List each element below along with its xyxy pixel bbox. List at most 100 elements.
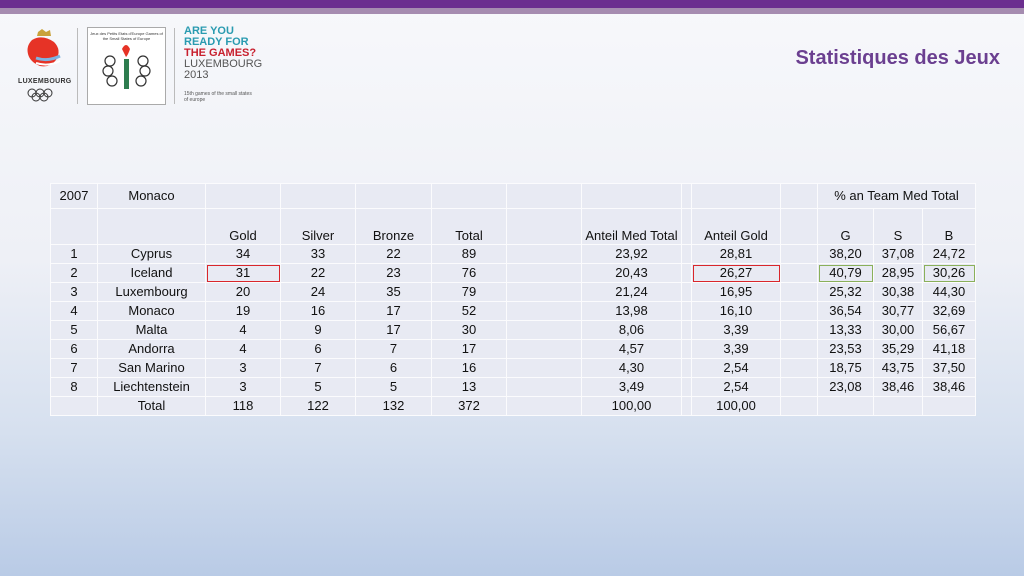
top-bar	[0, 0, 1024, 8]
cell-country: Andorra	[97, 339, 206, 359]
cell-total: 52	[431, 301, 507, 321]
cell-total: 76	[431, 263, 507, 283]
cell-rank: 4	[50, 301, 98, 321]
cell-ag: 16,10	[691, 301, 781, 321]
table-row: 6 Andorra 4 6 7 17 4,57 3,39 23,53 35,29 41,18	[50, 339, 976, 359]
table-row: 4 Monaco 19 16 17 52 13,98 16,10 36,54 30,77 32,69	[50, 301, 976, 321]
luxembourg-lion-logo	[27, 29, 61, 102]
luxembourg-label: LUXEMBOURG	[18, 78, 72, 85]
cell-silver: 9	[280, 320, 356, 340]
cell-g: 36,54	[817, 301, 874, 321]
tagline: ARE YOU READY FOR THE GAMES? LUXEMBOURG …	[184, 26, 262, 81]
cell-country: San Marino	[97, 358, 206, 378]
cell-silver: 16	[280, 301, 356, 321]
header-s: S	[873, 208, 923, 245]
cell-am: 20,43	[581, 263, 682, 283]
year-cell: 2007	[50, 183, 98, 209]
cell-country: Malta	[97, 320, 206, 340]
page-title: Statistiques des Jeux	[795, 47, 1000, 69]
cell-gold: 20	[205, 282, 281, 302]
cell-silver: 6	[280, 339, 356, 359]
cell-b: 44,30	[922, 282, 976, 302]
cell-rank: 3	[50, 282, 98, 302]
cell-rank: 6	[50, 339, 98, 359]
table-row: 5 Malta 4 9 17 30 8,06 3,39 13,33 30,00 56,67	[50, 320, 976, 340]
cell-silver: 33	[280, 244, 356, 264]
cell-bronze: 6	[355, 358, 432, 378]
cell-rank: 1	[50, 244, 98, 264]
header-bronze: Bronze	[355, 208, 432, 245]
cell-bronze: 35	[355, 282, 432, 302]
cell-ag: 2,54	[691, 377, 781, 397]
cell-silver: 5	[280, 377, 356, 397]
torch-rings-icon	[102, 45, 151, 89]
cell-gold: 19	[205, 301, 281, 321]
cell-country: Iceland	[97, 263, 206, 283]
games-logo-text: Jeux des Petits Etats d'Europe Games of …	[90, 31, 163, 41]
cell-total: 30	[431, 320, 507, 340]
medal-table: 2007 Monaco % an Team Med Total Gold Sil…	[50, 183, 976, 416]
cell-ag: 28,81	[691, 244, 781, 264]
cell-am: 13,98	[581, 301, 682, 321]
cell-s: 35,29	[873, 339, 923, 359]
cell-country: Cyprus	[97, 244, 206, 264]
top-bar-secondary	[0, 8, 1024, 14]
cell-silver: 7	[280, 358, 356, 378]
total-total: 372	[431, 396, 507, 416]
cell-b: 38,46	[922, 377, 976, 397]
cell-s: 38,46	[873, 377, 923, 397]
cell-rank: 7	[50, 358, 98, 378]
cell-b: 41,18	[922, 339, 976, 359]
cell-bronze: 17	[355, 320, 432, 340]
cell-gold: 3	[205, 358, 281, 378]
header-anteil-gold: Anteil Gold	[691, 208, 781, 245]
divider	[77, 28, 78, 104]
cell-gold: 3	[205, 377, 281, 397]
cell-total: 17	[431, 339, 507, 359]
cell-rank: 5	[50, 320, 98, 340]
cell-am: 4,57	[581, 339, 682, 359]
cell-country: Liechtenstein	[97, 377, 206, 397]
header-g: G	[817, 208, 874, 245]
total-label: Total	[97, 396, 206, 416]
cell-s: 28,95	[873, 263, 923, 283]
total-am: 100,00	[581, 396, 682, 416]
table-row: 2 Iceland 31 22 23 76 20,43 26,27 40,79 28,95 30,2…	[50, 263, 976, 283]
table-header-row: Gold Silver Bronze Total Anteil Med Tota…	[50, 208, 976, 245]
table-row: 7 San Marino 3 7 6 16 4,30 2,54 18,75 43,75 37,50	[50, 358, 976, 378]
cell-s: 37,08	[873, 244, 923, 264]
cell-b: 30,26	[922, 263, 976, 283]
table-header-row: 2007 Monaco % an Team Med Total	[50, 183, 976, 209]
pct-group-header: % an Team Med Total	[817, 183, 976, 209]
cell-silver: 24	[280, 282, 356, 302]
subtagline: 15th games of the small states of europe	[184, 91, 252, 103]
cell-ag: 3,39	[691, 320, 781, 340]
cell-ag: 2,54	[691, 358, 781, 378]
cell-b: 32,69	[922, 301, 976, 321]
cell-g: 25,32	[817, 282, 874, 302]
cell-am: 3,49	[581, 377, 682, 397]
cell-silver: 22	[280, 263, 356, 283]
table-row: 1 Cyprus 34 33 22 89 23,92 28,81 38,20 37,08 24,72	[50, 244, 976, 264]
cell-total: 16	[431, 358, 507, 378]
total-silver: 122	[280, 396, 356, 416]
cell-am: 8,06	[581, 320, 682, 340]
cell-am: 21,24	[581, 282, 682, 302]
cell-gold: 34	[205, 244, 281, 264]
cell-g: 23,08	[817, 377, 874, 397]
header-anteil-med: Anteil Med Total	[581, 208, 682, 245]
cell-am: 4,30	[581, 358, 682, 378]
cell-g: 40,79	[817, 263, 874, 283]
host-cell: Monaco	[97, 183, 206, 209]
cell-ag: 16,95	[691, 282, 781, 302]
cell-total: 13	[431, 377, 507, 397]
cell-country: Monaco	[97, 301, 206, 321]
cell-s: 30,77	[873, 301, 923, 321]
cell-b: 37,50	[922, 358, 976, 378]
cell-s: 43,75	[873, 358, 923, 378]
total-bronze: 132	[355, 396, 432, 416]
cell-s: 30,38	[873, 282, 923, 302]
games-logo: Jeux des Petits Etats d'Europe Games of …	[87, 27, 166, 105]
cell-g: 38,20	[817, 244, 874, 264]
total-gold: 118	[205, 396, 281, 416]
